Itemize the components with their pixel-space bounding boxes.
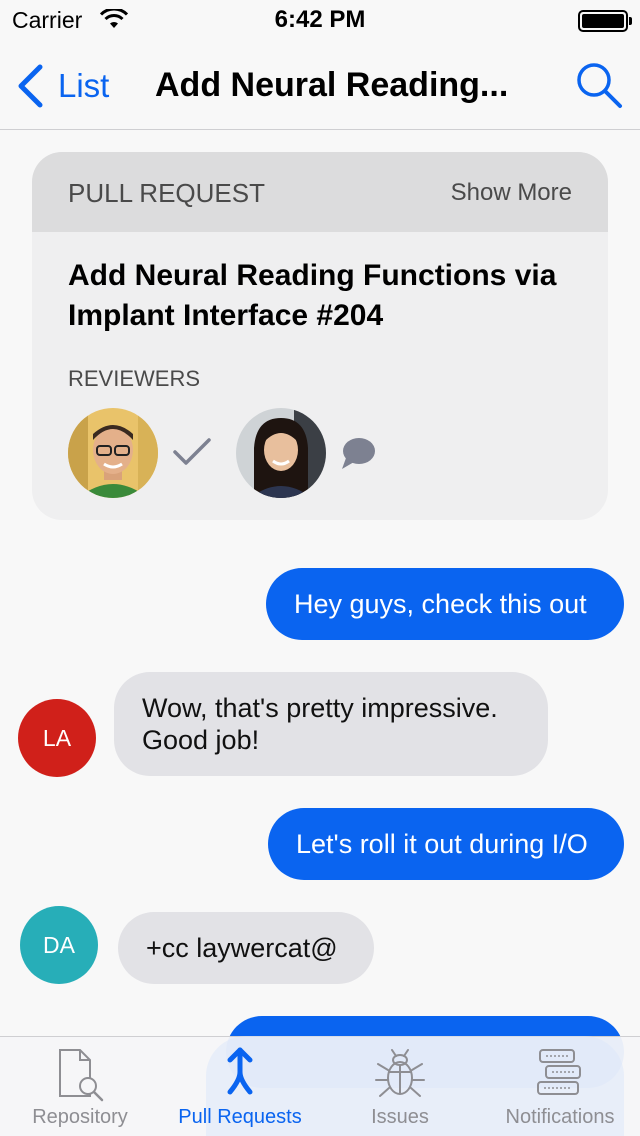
avatar[interactable]: LA	[18, 699, 96, 777]
tab-repository[interactable]: Repository	[0, 1036, 160, 1136]
tab-notifications[interactable]: Notifications	[480, 1036, 640, 1136]
tab-label: Notifications	[505, 1106, 615, 1128]
reviewers-label: REVIEWERS	[68, 366, 201, 391]
message-bubble-outgoing[interactable]: Hey guys, check this out	[266, 568, 624, 640]
reviewer-avatar[interactable]	[236, 408, 326, 498]
document-search-icon	[59, 1049, 104, 1102]
reviewer-avatar[interactable]	[68, 408, 158, 498]
pull-request-card: PULL REQUEST Show More Add Neural Readin…	[32, 152, 608, 520]
battery-icon	[578, 10, 632, 32]
merge-icon	[227, 1047, 253, 1095]
pull-request-title: Add Neural Reading Functions via Implant…	[68, 259, 557, 332]
page-title: Add Neural Reading...	[155, 66, 509, 104]
pull-request-card-header: PULL REQUEST Show More	[32, 152, 608, 232]
chevron-left-icon	[18, 64, 43, 108]
tab-label: Repository	[32, 1106, 128, 1128]
search-icon[interactable]	[574, 60, 624, 110]
stacked-list-icon	[537, 1049, 581, 1095]
tab-pull-requests[interactable]: Pull Requests	[160, 1036, 320, 1136]
avatar[interactable]: DA	[20, 906, 98, 984]
status-bar: Carrier 6:42 PM	[0, 0, 640, 40]
tab-label: Issues	[371, 1106, 429, 1128]
back-label: List	[58, 67, 110, 104]
bug-icon	[375, 1049, 425, 1097]
tab-label: Pull Requests	[178, 1106, 302, 1128]
navigation-bar: List Add Neural Reading...	[0, 40, 640, 130]
show-more-button[interactable]: Show More	[451, 179, 572, 207]
checkmark-icon	[173, 438, 211, 465]
message-bubble-incoming[interactable]: +cc laywercat@	[118, 912, 374, 984]
message-bubble-outgoing[interactable]: Let's roll it out during I/O	[268, 808, 624, 880]
back-button[interactable]: List	[16, 62, 109, 110]
pull-request-kicker: PULL REQUEST	[68, 178, 265, 208]
tab-issues[interactable]: Issues	[320, 1036, 480, 1136]
clock: 6:42 PM	[274, 6, 366, 33]
comment-bubble-icon	[342, 438, 375, 469]
message-bubble-incoming[interactable]: Wow, that's pretty impressive. Good job!	[114, 672, 548, 776]
